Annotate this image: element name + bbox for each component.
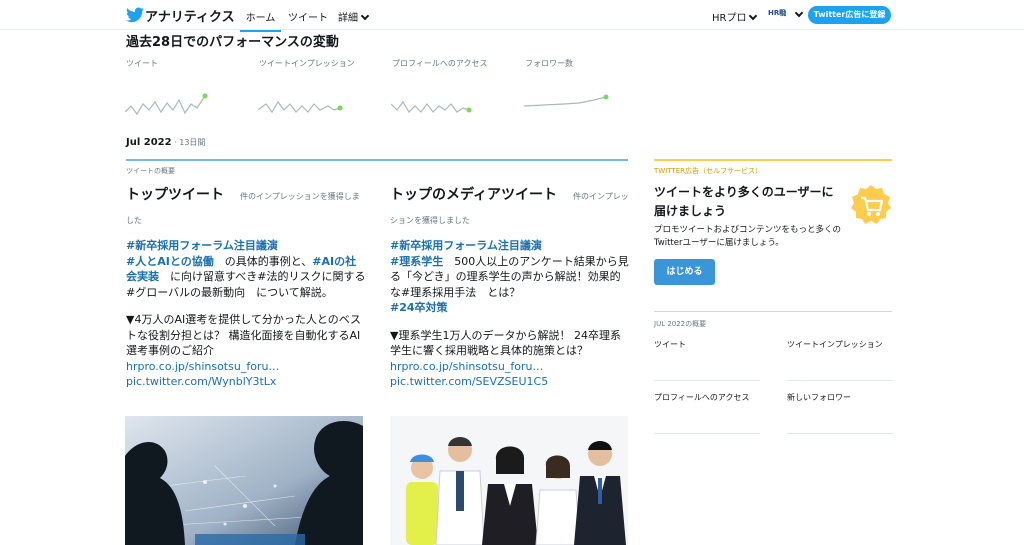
nav-tab-more[interactable]: 詳細 <box>338 9 370 24</box>
tweet-overview-label: ツイートの概要 <box>126 167 175 175</box>
nav-tab-home[interactable]: ホーム <box>240 9 281 32</box>
tweet-media-link[interactable]: pic.twitter.com/WynblY3tLx <box>126 374 366 390</box>
metric-impressions[interactable]: ツイートインプレッション <box>259 58 379 69</box>
month-summary-label: JUL 2022の概要 <box>654 320 707 328</box>
divider <box>787 380 893 381</box>
sparkline-impressions-icon <box>258 100 343 114</box>
summary-new-followers: 新しいフォロワー <box>787 393 851 402</box>
app-title: アナリティクス <box>145 10 235 25</box>
divider <box>654 433 760 434</box>
tweet-text: の具体的事例と、 <box>213 254 313 268</box>
chevron-down-icon <box>360 11 370 21</box>
divider <box>787 433 893 434</box>
top-media-text: #新卒採用フォーラム注目議演 #理系学生 500人以上のアンケート結果から見る「… <box>390 238 630 390</box>
sparkline-profile-visits-icon <box>391 100 472 113</box>
tweet-text: に向け留意すべき#法的リスクに関する#グローバルの最新動向 について解説。 <box>126 270 366 299</box>
shopping-cart-icon <box>851 185 891 224</box>
period-header: Jul 2022 · 13日間 <box>126 137 205 148</box>
tweet-text: ▼4万人のAI選考を提供して分かった人とのベストな役割分担とは？ 構造化面接を自… <box>126 313 362 357</box>
metric-label: ツイートインプレッション <box>259 59 355 68</box>
nav-tab-tweets[interactable]: ツイート <box>288 9 328 24</box>
metric-profile-visits[interactable]: プロフィールへのアクセス <box>392 58 512 69</box>
sparkline-followers-icon <box>524 94 609 107</box>
sparkline-tweets-icon <box>125 93 208 116</box>
tweet-text: ▼理系学生1万人のデータから解説！ 24卒理系学生に響く採用戦略と具体的施策とは… <box>390 328 621 358</box>
get-started-button[interactable]: はじめる <box>654 259 715 285</box>
metric-label: プロフィールへのアクセス <box>392 59 488 68</box>
account-name: HRプロ <box>712 13 747 24</box>
period-days: · 13日間 <box>171 138 206 147</box>
tweet-media-link[interactable]: pic.twitter.com/SEVZSEU1C5 <box>390 374 630 390</box>
nav-more-label: 詳細 <box>338 13 358 24</box>
twitter-ads-signup-button[interactable]: Twitter広告に登録 <box>808 6 891 24</box>
top-tweet-heading: トップツイート <box>126 187 224 203</box>
chevron-down-icon[interactable] <box>794 8 804 18</box>
ads-divider <box>654 159 892 161</box>
top-nav-bar: アナリティクス ホーム ツイート 詳細 HRプロ HR㍾ Twitter広告に登… <box>0 0 1024 32</box>
top-tweet-image[interactable] <box>125 416 363 545</box>
account-menu[interactable]: HRプロ <box>712 9 758 24</box>
metric-tweets[interactable]: ツイート <box>126 58 246 69</box>
ads-description: プロモツイートおよびコンテンツをもっと多くのTwitterユーザーに届けましょう… <box>654 225 842 248</box>
tweet-link[interactable]: hrpro.co.jp/shinsotsu_foru… <box>126 359 366 375</box>
metric-label: ツイート <box>126 59 158 68</box>
summary-impressions: ツイートインプレッション <box>787 340 883 349</box>
top-tweet-card[interactable]: トップツイート 件のインプレッションを獲得しました #新卒採用フォーラム注目議演 … <box>126 184 366 390</box>
top-tweet-text: #新卒採用フォーラム注目議演 #人とAIとの協働 の具体的事例と、#AIの社会実… <box>126 238 366 390</box>
twitter-bird-icon[interactable] <box>126 7 144 23</box>
chevron-down-icon <box>749 11 758 21</box>
period-month: Jul 2022 <box>126 137 172 148</box>
performance-title: 過去28日でのパフォーマンスの変動 <box>126 35 339 50</box>
ads-headline: ツイートをより多くのユーザーに届けましょう <box>654 185 834 218</box>
top-media-tweet-card[interactable]: トップのメディアツイート 件のインプレッションを獲得しました #新卒採用フォーラム… <box>390 184 630 390</box>
top-media-image[interactable] <box>390 416 628 545</box>
tweet-link[interactable]: hrpro.co.jp/shinsotsu_foru… <box>390 359 630 375</box>
hashtag[interactable]: #人とAIとの協働 <box>126 255 214 268</box>
hashtag[interactable]: #新卒採用フォーラム注目議演 <box>390 238 630 254</box>
metric-followers[interactable]: フォロワー数 <box>525 58 645 69</box>
divider <box>654 380 760 381</box>
ads-section-label: TWITTER広告（セルフサービス） <box>654 167 762 175</box>
summary-divider <box>654 311 892 312</box>
hashtag[interactable]: #新卒採用フォーラム注目議演 <box>126 238 366 254</box>
summary-profile-visits: プロフィールへのアクセス <box>654 393 750 402</box>
top-media-heading: トップのメディアツイート <box>390 187 558 203</box>
hashtag[interactable]: #24卒対策 <box>390 301 448 314</box>
summary-tweets: ツイート <box>654 340 686 349</box>
metric-label: フォロワー数 <box>525 59 573 68</box>
avatar[interactable]: HR㍾ <box>768 8 786 18</box>
hashtag[interactable]: #理系学生 <box>390 255 443 268</box>
overview-divider <box>126 159 628 161</box>
